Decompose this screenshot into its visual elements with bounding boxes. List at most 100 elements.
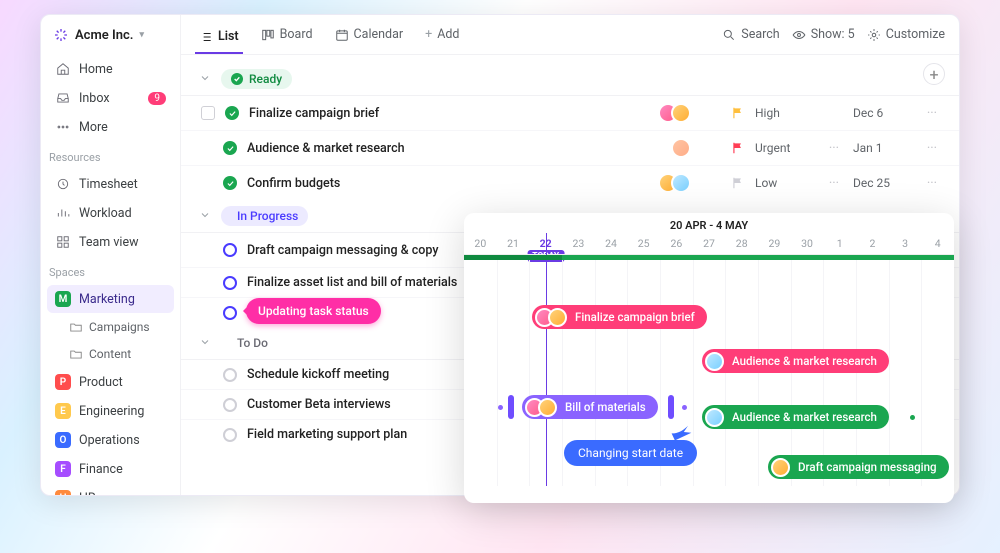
task-title: Finalize campaign brief [249, 106, 379, 121]
timeline-day[interactable]: 27 [693, 235, 726, 254]
sidebar-nav-label: Home [79, 62, 113, 77]
avatar [705, 408, 724, 427]
checkbox[interactable] [201, 106, 215, 120]
toolbar-customize[interactable]: Customize [867, 27, 945, 42]
group-header[interactable]: Ready [181, 63, 959, 95]
folder-icon: > [69, 347, 83, 361]
timeline-day[interactable]: 29 [758, 235, 791, 254]
sidebar-space-operations[interactable]: OOperations [47, 426, 174, 454]
timeline-day[interactable]: 3 [889, 235, 922, 254]
timeline-day[interactable]: 1 [823, 235, 856, 254]
timeline-bar[interactable]: Audience & market research [702, 405, 889, 429]
view-toolbar: List Board Calendar +Add Search Show: 5 Cus… [181, 15, 959, 55]
add-task-button[interactable]: + [923, 63, 945, 85]
sidebar-resource-workload[interactable]: Workload [47, 199, 174, 227]
assignee-avatars[interactable] [658, 103, 691, 123]
chevron-down-icon[interactable] [199, 336, 213, 350]
chevron-down-icon[interactable] [199, 209, 213, 223]
timeline-bar-label: Bill of materials [565, 400, 646, 414]
timeline-day[interactable]: 26 [660, 235, 693, 254]
timeline-day[interactable]: 4 [921, 235, 954, 254]
timeline-day[interactable]: 23 [562, 235, 595, 254]
sidebar-resources: Timesheet Workload Team view [41, 170, 180, 256]
toolbar-search[interactable]: Search [722, 27, 779, 42]
timeline-gridline [529, 255, 530, 486]
due-date[interactable]: Jan 1 [853, 141, 913, 155]
sidebar-space-hr[interactable]: HHR [47, 484, 174, 496]
task-row[interactable]: Audience & market researchUrgent···Jan 1… [181, 130, 959, 165]
assignee-avatars [535, 308, 567, 327]
view-tab-list[interactable]: List [195, 23, 243, 54]
assignee-avatars[interactable] [658, 173, 691, 193]
timeline-day[interactable]: 25 [627, 235, 660, 254]
timeline-day[interactable]: 24 [595, 235, 628, 254]
timeline-gridline [921, 255, 922, 486]
sidebar-resource-teamview[interactable]: Team view [47, 228, 174, 256]
more-inline-icon[interactable]: ··· [825, 141, 843, 156]
timeline-range: 20 APR - 4 MAY [464, 213, 954, 235]
sidebar-resource-timesheet[interactable]: Timesheet [47, 170, 174, 198]
task-title: Confirm budgets [247, 176, 340, 191]
status-ring-icon [223, 306, 237, 320]
chevron-down-icon[interactable] [199, 72, 213, 86]
sidebar-folder-campaigns[interactable]: >Campaigns [47, 314, 174, 340]
priority-flag-icon[interactable] [731, 176, 745, 190]
workspace-switcher[interactable]: Acme Inc. ▾ [41, 15, 180, 55]
sidebar-item-label: Content [89, 347, 131, 361]
timeline-today-line [546, 233, 547, 486]
priority-flag-icon[interactable] [731, 106, 745, 120]
timeline-dot [682, 405, 687, 410]
avatar [705, 352, 724, 371]
tab-label: Board [280, 27, 313, 42]
toolbar-show-label: Show: 5 [811, 27, 855, 42]
workspace-name: Acme Inc. [75, 28, 133, 43]
group-pill: In Progress [221, 206, 308, 226]
section-label-resources: Resources [41, 141, 180, 170]
timeline-day[interactable]: 2 [856, 235, 889, 254]
sidebar-nav-more[interactable]: More [47, 113, 174, 141]
sidebar-item-label: Workload [79, 206, 132, 221]
task-title: Field marketing support plan [247, 427, 407, 442]
timeline-dot [498, 405, 503, 410]
sidebar-space-marketing[interactable]: MMarketing [47, 285, 174, 313]
due-date[interactable]: Dec 6 [853, 106, 913, 120]
timeline-day[interactable]: 28 [725, 235, 758, 254]
view-tab-board[interactable]: Board [257, 23, 317, 46]
timeline-day[interactable]: 20 [464, 235, 497, 254]
sidebar-nav-home[interactable]: Home [47, 55, 174, 83]
kebab-icon[interactable]: ··· [923, 106, 941, 121]
timeline-day[interactable]: 21 [497, 235, 530, 254]
sidebar-space-finance[interactable]: FFinance [47, 455, 174, 483]
priority-flag-icon[interactable] [731, 141, 745, 155]
view-tab-calendar[interactable]: Calendar [331, 23, 408, 46]
timeline-bar[interactable]: Finalize campaign brief [532, 305, 707, 329]
timeline-grid: Finalize campaign brief Audience & market… [464, 254, 954, 486]
timeline-handle[interactable] [668, 395, 674, 419]
assignee-avatars [705, 408, 724, 427]
task-title: Finalize asset list and bill of material… [247, 275, 457, 290]
view-tab-add[interactable]: +Add [421, 23, 463, 46]
timeline-bar[interactable]: Bill of materials [522, 395, 658, 419]
sidebar-nav-inbox[interactable]: Inbox9 [47, 84, 174, 112]
sidebar-space-product[interactable]: PProduct [47, 368, 174, 396]
timeline-day[interactable]: 30 [791, 235, 824, 254]
due-date[interactable]: Dec 25 [853, 176, 913, 190]
group-name: In Progress [237, 209, 298, 223]
toolbar-show[interactable]: Show: 5 [792, 27, 855, 42]
assignee-avatars[interactable] [671, 138, 691, 158]
sidebar-folder-content[interactable]: > Content [47, 341, 174, 367]
sidebar-space-engineering[interactable]: EEngineering [47, 397, 174, 425]
assignee-avatars [525, 398, 557, 417]
kebab-icon[interactable]: ··· [923, 141, 941, 156]
timeline-handle[interactable] [508, 395, 514, 419]
workspace-logo-icon [53, 27, 69, 43]
task-row[interactable]: Finalize campaign briefHighDec 6··· [181, 95, 959, 130]
priority-label: Urgent [755, 141, 815, 155]
timeline-bar[interactable]: Audience & market research [702, 349, 889, 373]
timeline-progress-done [464, 255, 562, 260]
more-inline-icon[interactable]: ··· [825, 176, 843, 191]
timeline-bar[interactable]: Draft campaign messaging [768, 455, 949, 479]
task-row[interactable]: Confirm budgetsLow···Dec 25··· [181, 165, 959, 200]
avatar [771, 458, 790, 477]
kebab-icon[interactable]: ··· [923, 176, 941, 191]
